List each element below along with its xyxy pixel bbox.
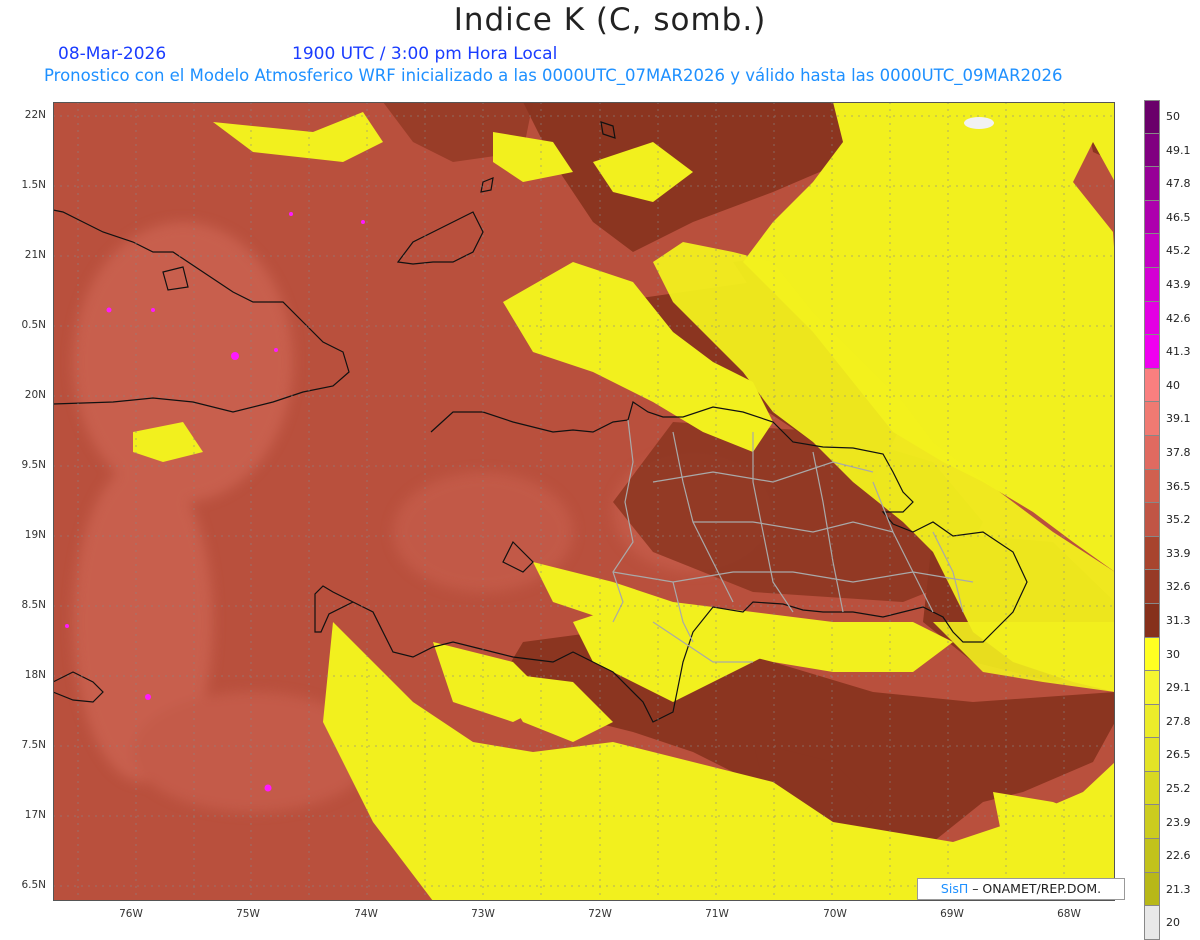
colorbar-label: 50 [1166,110,1180,123]
colorbar-segment [1144,100,1160,134]
colorbar-segment [1144,805,1160,840]
lat-label: 21N [24,249,46,261]
colorbar-label: 26.5 [1166,748,1191,762]
lon-label: 68W [1057,908,1081,920]
colorbar-label: 42.6 [1166,311,1191,325]
colorbar-label: 25.2 [1166,782,1191,795]
colorbar-label: 22.6 [1166,849,1191,863]
lat-label: 6.5N [21,879,46,891]
colorbar-label: 37.8 [1166,446,1191,459]
colorbar-label: 47.8 [1166,177,1191,191]
colorbar-label: 43.9 [1166,278,1191,291]
colorbar-label: 21.3 [1166,882,1191,896]
colorbar-segment [1144,167,1160,201]
colorbar-segment [1144,335,1160,369]
colorbar-segment [1144,402,1160,436]
colorbar-segment [1144,469,1160,504]
colorbar-segment [1144,839,1160,873]
colorbar-segment [1144,872,1160,907]
colorbar-label: 40 [1166,378,1180,392]
colorbar-label: 27.8 [1166,714,1191,728]
colorbar-segment [1144,267,1160,302]
colorbar-label: 31.3 [1166,614,1191,627]
lat-label: 8.5N [21,599,46,611]
credit-text: – ONAMET/REP.DOM. [968,881,1102,896]
lon-label: 73W [471,908,495,920]
colorbar [1144,100,1160,940]
colorbar-label: 41.3 [1166,345,1191,359]
forecast-time: 1900 UTC / 3:00 pm Hora Local [292,44,558,64]
forecast-date: 08-Mar-2026 [58,44,167,64]
lat-label: 1.5N [21,179,46,191]
lat-label: 0.5N [21,319,46,331]
colorbar-segment [1144,536,1160,571]
lat-label: 17N [24,809,46,821]
colorbar-segment [1144,570,1160,604]
colorbar-segment [1144,133,1160,168]
colorbar-label: 20 [1166,916,1180,930]
chart-title: Indice K (C, somb.) [453,2,767,38]
k-index-map [53,102,1115,901]
colorbar-segment [1144,771,1160,806]
colorbar-segment [1144,435,1160,470]
colorbar-segment [1144,906,1160,940]
colorbar-segment [1144,200,1160,235]
lon-label: 74W [354,908,378,920]
lon-label: 70W [823,908,847,920]
colorbar-segment [1144,637,1160,672]
colorbar-label: 23.9 [1166,815,1191,829]
lon-label: 76W [119,908,143,920]
colorbar-label: 46.5 [1166,210,1191,224]
colorbar-label: 32.6 [1166,580,1191,594]
lat-label: 18N [24,669,46,681]
colorbar-segment [1144,738,1160,772]
colorbar-segment [1144,603,1160,638]
colorbar-label: 30 [1166,647,1180,661]
colorbar-label: 35.2 [1166,513,1191,527]
colorbar-label: 39.1 [1166,412,1191,426]
credit-brand: SisΠ [940,881,969,896]
lon-label: 71W [705,908,729,920]
colorbar-segment [1144,234,1160,268]
credit-box: SisΠ – ONAMET/REP.DOM. [917,878,1125,900]
lat-label: 19N [24,529,46,541]
lon-label: 72W [588,908,612,920]
colorbar-segment [1144,503,1160,537]
colorbar-segment [1144,301,1160,336]
colorbar-label: 36.5 [1166,479,1191,493]
missing-data-spot [964,117,994,129]
colorbar-label: 45.2 [1166,244,1191,258]
forecast-subtitle: Pronostico con el Modelo Atmosferico WRF… [44,66,1063,85]
lat-label: 9.5N [21,459,46,471]
colorbar-label: 29.1 [1166,681,1191,695]
lon-label: 69W [940,908,964,920]
colorbar-segment [1144,368,1160,403]
colorbar-segment [1144,671,1160,705]
colorbar-label: 33.9 [1166,546,1191,560]
lon-label: 75W [236,908,260,920]
lat-label: 22N [24,109,46,121]
colorbar-label: 49.1 [1166,143,1191,157]
lat-label: 20N [24,389,46,401]
colorbar-segment [1144,704,1160,739]
lat-label: 7.5N [21,739,46,751]
